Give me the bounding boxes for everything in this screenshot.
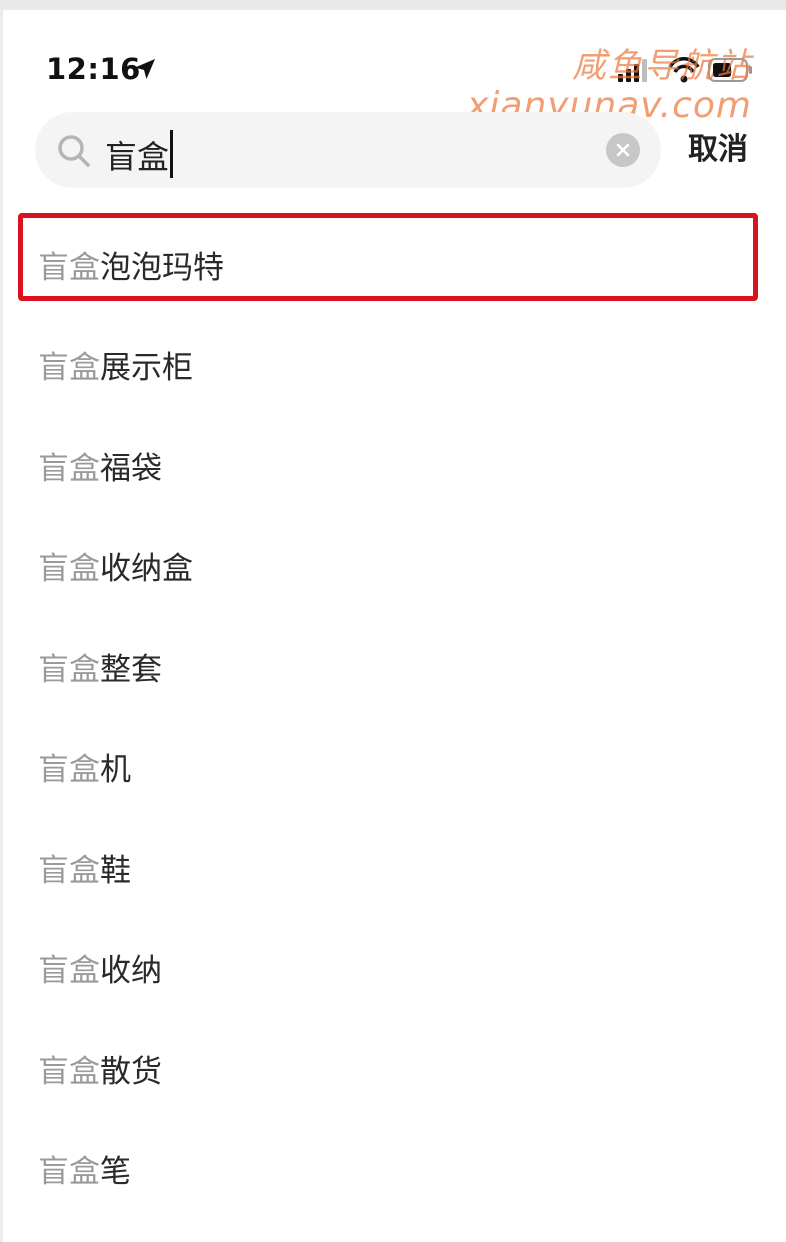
suggestion-completion: 整套 [100, 651, 162, 688]
suggestion-completion: 鞋 [100, 852, 131, 889]
signal-bars-icon [618, 59, 647, 82]
suggestion-item[interactable]: 盲盒 收纳盒 [0, 516, 786, 617]
suggestion-item[interactable]: 盲盒 散货 [0, 1018, 786, 1119]
suggestion-item[interactable]: 盲盒 泡泡玛特 [0, 214, 786, 315]
status-bar: 12:16 [0, 10, 786, 100]
search-box[interactable]: 盲盒 [35, 112, 661, 188]
suggestion-completion: 笔 [100, 1154, 131, 1191]
cancel-button[interactable]: 取消 [688, 130, 748, 170]
suggestion-completion: 展示柜 [100, 350, 193, 387]
suggestion-completion: 机 [100, 752, 131, 789]
top-edge-strip [0, 0, 786, 10]
suggestion-query: 盲盒 [38, 249, 100, 286]
suggestion-item[interactable]: 盲盒机 [0, 717, 786, 818]
suggestion-completion: 福袋 [100, 450, 162, 487]
suggestion-query: 盲盒 [38, 953, 100, 990]
wifi-icon [668, 57, 700, 83]
suggestion-item[interactable]: 盲盒 展示柜 [0, 315, 786, 416]
clear-button[interactable] [606, 133, 640, 167]
suggestion-query: 盲盒 [38, 450, 100, 487]
suggestion-query: 盲盒 [38, 1154, 100, 1191]
search-icon [58, 135, 90, 167]
suggestion-item[interactable]: 盲盒笔 [0, 1119, 786, 1220]
status-icons [618, 57, 752, 83]
search-query-text: 盲盒 [105, 138, 170, 176]
suggestion-completion: 收纳 [100, 953, 162, 990]
text-caret [170, 130, 174, 178]
suggestion-list: 盲盒 泡泡玛特 盲盒 展示柜 盲盒 福袋 盲盒 收纳盒 盲盒 整套 盲盒机 盲盒鞋 盲盒收… [0, 214, 786, 1219]
status-time: 12:16 [46, 52, 141, 86]
clear-circle-icon [616, 143, 630, 157]
suggestion-query: 盲盒 [38, 350, 100, 387]
suggestion-completion: 泡泡玛特 [100, 249, 224, 286]
suggestion-item[interactable]: 盲盒 收纳 [0, 918, 786, 1019]
suggestion-completion: 散货 [100, 1053, 162, 1090]
suggestion-item[interactable]: 盲盒 整套 [0, 616, 786, 717]
suggestion-query: 盲盒 [38, 852, 100, 889]
battery-icon [708, 58, 752, 82]
suggestion-item[interactable]: 盲盒 福袋 [0, 415, 786, 516]
location-arrow-icon [135, 59, 155, 79]
suggestion-query: 盲盒 [38, 651, 100, 688]
suggestion-query: 盲盒 [38, 752, 100, 789]
suggestion-item[interactable]: 盲盒鞋 [0, 817, 786, 918]
suggestion-query: 盲盒 [38, 551, 100, 588]
suggestion-completion: 收纳盒 [100, 551, 193, 588]
search-input[interactable]: 盲盒 [105, 130, 174, 178]
suggestion-query: 盲盒 [38, 1053, 100, 1090]
